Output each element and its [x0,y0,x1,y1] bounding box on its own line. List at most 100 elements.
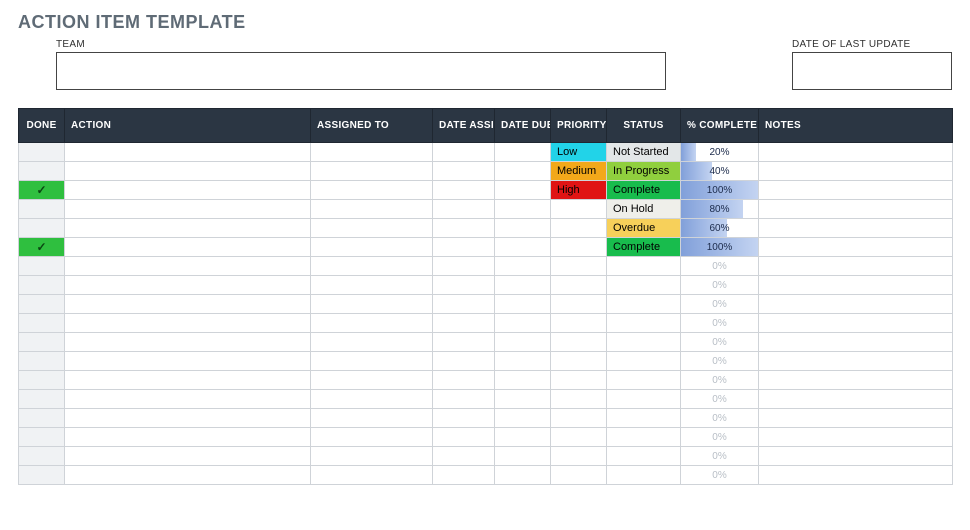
date-due-cell[interactable] [495,371,551,390]
action-cell[interactable] [65,219,311,238]
date-due-cell[interactable] [495,143,551,162]
status-cell[interactable] [607,257,681,276]
notes-cell[interactable] [759,219,953,238]
pct-complete-cell[interactable]: 0% [681,333,759,352]
pct-complete-cell[interactable]: 100% [681,181,759,200]
notes-cell[interactable] [759,238,953,257]
date-assigned-cell[interactable] [433,333,495,352]
date-assigned-cell[interactable] [433,257,495,276]
done-cell[interactable] [19,219,65,238]
pct-complete-cell[interactable]: 100% [681,238,759,257]
date-due-cell[interactable] [495,276,551,295]
priority-cell[interactable] [551,428,607,447]
priority-cell[interactable]: High [551,181,607,200]
date-due-cell[interactable] [495,162,551,181]
status-cell[interactable]: Overdue [607,219,681,238]
status-cell[interactable] [607,390,681,409]
assigned-to-cell[interactable] [311,333,433,352]
date-assigned-cell[interactable] [433,314,495,333]
action-cell[interactable] [65,181,311,200]
date-assigned-cell[interactable] [433,143,495,162]
done-cell[interactable] [19,466,65,485]
status-cell[interactable] [607,447,681,466]
assigned-to-cell[interactable] [311,181,433,200]
done-cell[interactable] [19,162,65,181]
assigned-to-cell[interactable] [311,257,433,276]
date-due-cell[interactable] [495,428,551,447]
pct-complete-cell[interactable]: 0% [681,295,759,314]
date-assigned-cell[interactable] [433,162,495,181]
action-cell[interactable] [65,162,311,181]
priority-cell[interactable] [551,409,607,428]
priority-cell[interactable] [551,447,607,466]
date-of-last-update-input[interactable] [792,52,952,90]
pct-complete-cell[interactable]: 0% [681,314,759,333]
notes-cell[interactable] [759,352,953,371]
notes-cell[interactable] [759,390,953,409]
action-cell[interactable] [65,314,311,333]
action-cell[interactable] [65,390,311,409]
done-cell[interactable] [19,276,65,295]
date-assigned-cell[interactable] [433,238,495,257]
date-due-cell[interactable] [495,466,551,485]
action-cell[interactable] [65,295,311,314]
pct-complete-cell[interactable]: 0% [681,466,759,485]
assigned-to-cell[interactable] [311,219,433,238]
status-cell[interactable]: Not Started [607,143,681,162]
assigned-to-cell[interactable] [311,371,433,390]
assigned-to-cell[interactable] [311,162,433,181]
status-cell[interactable] [607,428,681,447]
date-due-cell[interactable] [495,447,551,466]
action-cell[interactable] [65,276,311,295]
date-due-cell[interactable] [495,238,551,257]
assigned-to-cell[interactable] [311,200,433,219]
notes-cell[interactable] [759,276,953,295]
date-assigned-cell[interactable] [433,200,495,219]
done-cell[interactable]: ✓ [19,238,65,257]
done-cell[interactable] [19,314,65,333]
status-cell[interactable] [607,276,681,295]
status-cell[interactable]: On Hold [607,200,681,219]
date-due-cell[interactable] [495,181,551,200]
action-cell[interactable] [65,200,311,219]
notes-cell[interactable] [759,333,953,352]
date-assigned-cell[interactable] [433,371,495,390]
assigned-to-cell[interactable] [311,466,433,485]
priority-cell[interactable] [551,352,607,371]
action-cell[interactable] [65,447,311,466]
notes-cell[interactable] [759,200,953,219]
pct-complete-cell[interactable]: 0% [681,352,759,371]
status-cell[interactable] [607,466,681,485]
date-due-cell[interactable] [495,352,551,371]
pct-complete-cell[interactable]: 0% [681,257,759,276]
pct-complete-cell[interactable]: 0% [681,371,759,390]
date-assigned-cell[interactable] [433,219,495,238]
status-cell[interactable] [607,295,681,314]
pct-complete-cell[interactable]: 0% [681,428,759,447]
done-cell[interactable]: ✓ [19,181,65,200]
notes-cell[interactable] [759,162,953,181]
date-due-cell[interactable] [495,219,551,238]
notes-cell[interactable] [759,447,953,466]
pct-complete-cell[interactable]: 20% [681,143,759,162]
assigned-to-cell[interactable] [311,276,433,295]
notes-cell[interactable] [759,371,953,390]
action-cell[interactable] [65,257,311,276]
date-assigned-cell[interactable] [433,466,495,485]
date-due-cell[interactable] [495,295,551,314]
priority-cell[interactable] [551,466,607,485]
date-due-cell[interactable] [495,390,551,409]
pct-complete-cell[interactable]: 0% [681,390,759,409]
done-cell[interactable] [19,352,65,371]
assigned-to-cell[interactable] [311,428,433,447]
notes-cell[interactable] [759,257,953,276]
priority-cell[interactable] [551,371,607,390]
status-cell[interactable]: Complete [607,181,681,200]
date-due-cell[interactable] [495,200,551,219]
assigned-to-cell[interactable] [311,447,433,466]
assigned-to-cell[interactable] [311,409,433,428]
date-due-cell[interactable] [495,314,551,333]
date-assigned-cell[interactable] [433,409,495,428]
priority-cell[interactable] [551,295,607,314]
priority-cell[interactable] [551,390,607,409]
